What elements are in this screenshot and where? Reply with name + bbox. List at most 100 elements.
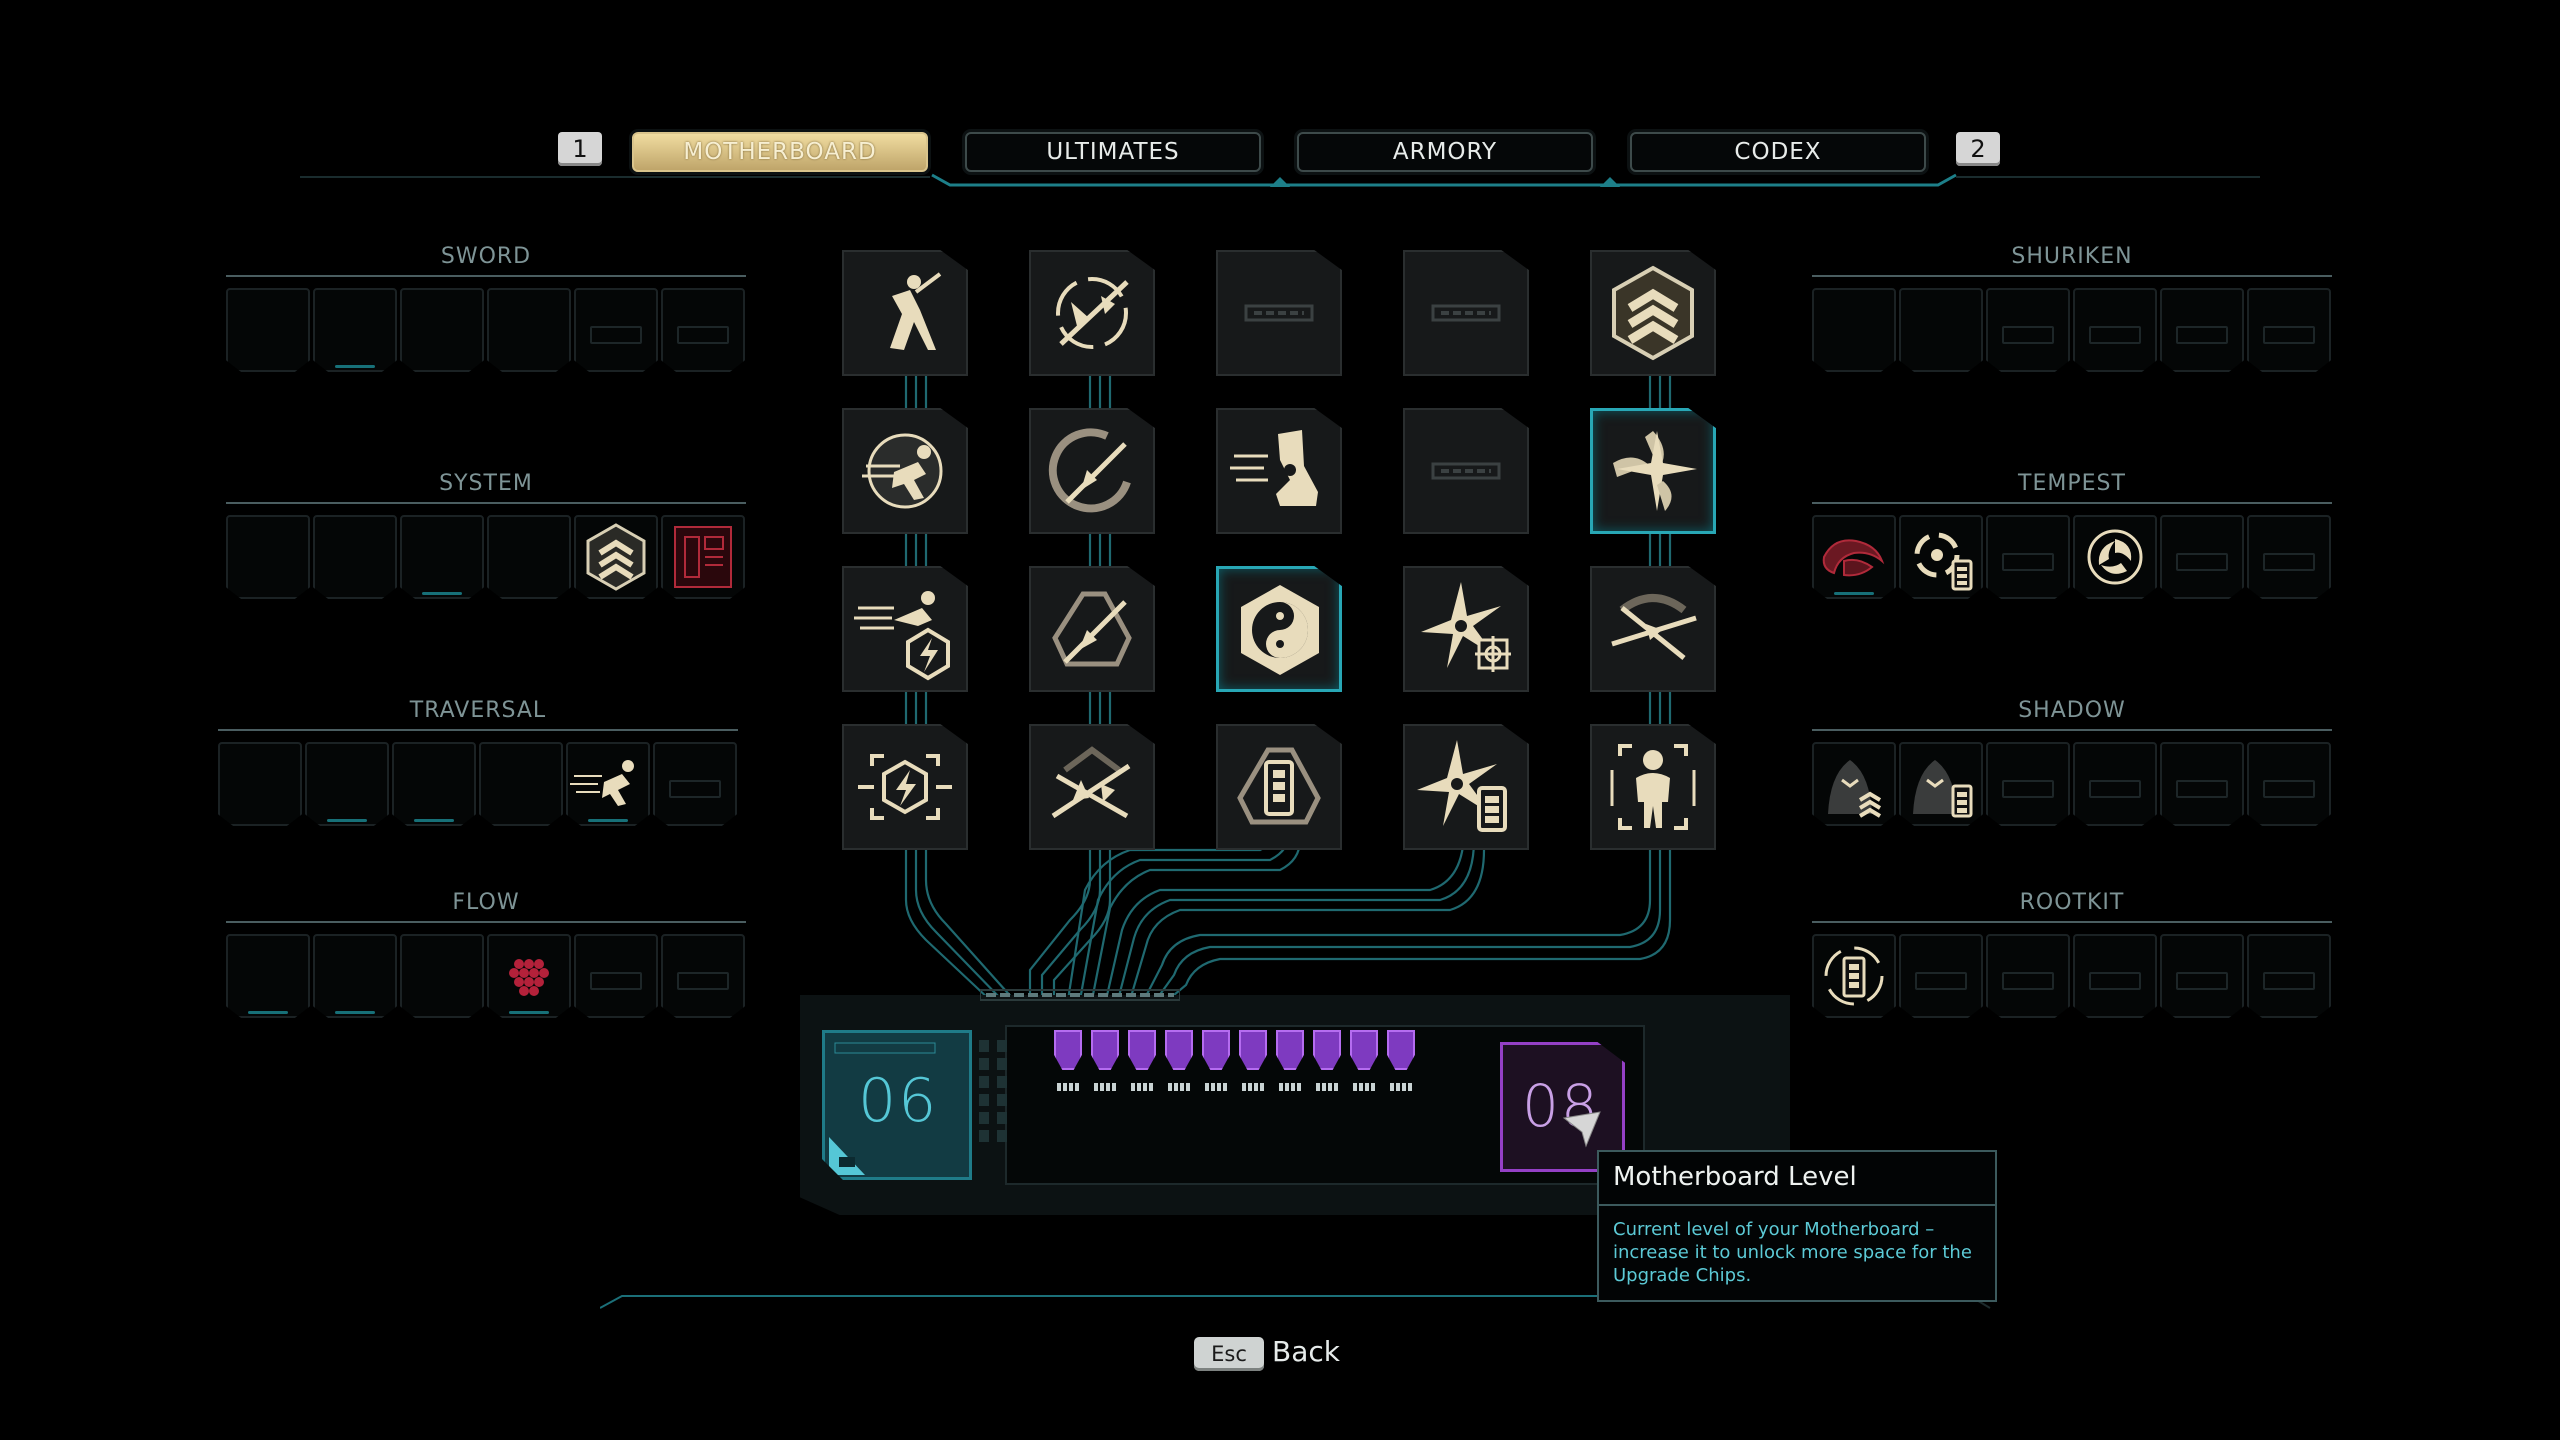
chip-shuriken-battery[interactable] (1403, 724, 1529, 850)
sword-slot-2[interactable] (313, 288, 397, 372)
empty-chip-icon (1431, 462, 1501, 480)
category-label-rootkit: ROOTKIT (2019, 890, 2125, 915)
dash-orb-icon (862, 433, 943, 509)
flow-slot-3[interactable] (400, 934, 484, 1018)
system-slot-1[interactable] (226, 515, 310, 599)
slot-highlight (335, 1011, 375, 1014)
category-label-shuriken: SHURIKEN (2011, 244, 2133, 269)
sword-slot-4[interactable] (487, 288, 571, 372)
capacity-pin (1279, 1083, 1301, 1091)
rootkit-slot-locked (2160, 934, 2244, 1018)
system-slot-5[interactable] (574, 515, 658, 599)
chip-battery-recycle[interactable] (1216, 724, 1342, 850)
shadow-figure-icon (1610, 744, 1696, 830)
capacity-pin (1168, 1083, 1190, 1091)
crossed-blades-icon (1611, 594, 1697, 660)
tempest-slot-4[interactable] (2073, 515, 2157, 599)
shuriken-slot-1[interactable] (1812, 288, 1896, 372)
slot-highlight (335, 365, 375, 368)
shuriken-slot-locked (1986, 288, 2070, 372)
tempest-slot-locked (1986, 515, 2070, 599)
shuriken-slot-locked (2247, 288, 2331, 372)
tempest-slot-1[interactable] (1812, 515, 1896, 599)
chip-empty[interactable] (1216, 250, 1342, 376)
chip-empty[interactable] (1403, 408, 1529, 534)
tempest-battery-icon (1914, 532, 1973, 591)
chip-shuriken-target[interactable] (1403, 566, 1529, 692)
cursor-icon (1562, 1111, 1601, 1148)
capacity-pin (1390, 1083, 1412, 1091)
shadow-slot-2[interactable] (1899, 742, 1983, 826)
motherboard-connectors (979, 1040, 1007, 1142)
chip-empty[interactable] (1403, 250, 1529, 376)
esc-key[interactable]: Esc (1194, 1337, 1264, 1371)
capacity-pin (1057, 1083, 1079, 1091)
traversal-slot-4[interactable] (479, 742, 563, 826)
back-button[interactable]: Back (1272, 1335, 1340, 1368)
slot-highlight (327, 819, 367, 822)
sword-slash-circle-icon (1056, 277, 1129, 349)
category-label-shadow: SHADOW (2018, 698, 2126, 723)
capacity-pin (1094, 1083, 1116, 1091)
system-slot-2[interactable] (313, 515, 397, 599)
shadow-battery-icon (1913, 760, 1973, 818)
traversal-slot-3[interactable] (392, 742, 476, 826)
shuriken-slot-2[interactable] (1899, 288, 1983, 372)
category-label-sword: SWORD (440, 244, 532, 269)
flow-slot-2[interactable] (313, 934, 397, 1018)
chip-crossed-blades[interactable] (1590, 566, 1716, 692)
tempest-slot-2[interactable] (1899, 515, 1983, 599)
sword-slot-3[interactable] (400, 288, 484, 372)
sword-slot-locked (661, 288, 745, 372)
chip-speed-boot[interactable] (1216, 408, 1342, 534)
chip-recycle-blade[interactable] (1029, 566, 1155, 692)
chip-dash-lightning[interactable] (842, 566, 968, 692)
next-tab-key[interactable]: 2 (1956, 132, 2000, 166)
category-rule (226, 502, 746, 504)
shadow-slot-locked (1986, 742, 2070, 826)
flow-slot-locked (661, 934, 745, 1018)
rootkit-battery-icon (1824, 946, 1884, 1006)
category-rule (226, 921, 746, 923)
tempest-slot-locked (2160, 515, 2244, 599)
system-slot-4[interactable] (487, 515, 571, 599)
empty-chip-icon (1244, 304, 1314, 322)
category-rule (1812, 502, 2332, 504)
slot-highlight (588, 819, 628, 822)
flow-slot-1[interactable] (226, 934, 310, 1018)
lightning-target-icon (858, 754, 952, 820)
capacity-pin (1205, 1083, 1227, 1091)
traversal-slot-1[interactable] (218, 742, 302, 826)
chip-dash-orb[interactable] (842, 408, 968, 534)
current-level-value: 06 (858, 1066, 939, 1136)
system-slot-3[interactable] (400, 515, 484, 599)
chip-yin-yang-hex[interactable] (1216, 566, 1342, 692)
speed-boot-icon (1230, 430, 1318, 506)
chip-ninja-leap[interactable] (842, 250, 968, 376)
traversal-slot-2[interactable] (305, 742, 389, 826)
slot-highlight (248, 1011, 288, 1014)
capacity-pin (1353, 1083, 1375, 1091)
rootkit-slot-1[interactable] (1812, 934, 1896, 1018)
red-swirl-icon (1822, 539, 1885, 577)
chip-triple-chevron[interactable] (1590, 250, 1716, 376)
shadow-slot-1[interactable] (1812, 742, 1896, 826)
flow-slot-locked (574, 934, 658, 1018)
chip-shattered-blades[interactable] (1029, 724, 1155, 850)
slot-highlight (1834, 592, 1874, 595)
traversal-slot-5[interactable] (566, 742, 650, 826)
chip-shadow-figure[interactable] (1590, 724, 1716, 850)
locked-red-chip-icon (674, 526, 732, 588)
prev-tab-key[interactable]: 1 (558, 132, 602, 166)
chip-lightning-target[interactable] (842, 724, 968, 850)
flow-slot-4[interactable] (487, 934, 571, 1018)
category-label-tempest: TEMPEST (2018, 471, 2126, 496)
category-label-flow: FLOW (452, 890, 520, 915)
chip-sword-slash-circle[interactable] (1029, 250, 1155, 376)
capacity-pin (1316, 1083, 1338, 1091)
shattered-blades-icon (1051, 746, 1131, 819)
system-slot-6[interactable] (661, 515, 745, 599)
sword-slot-1[interactable] (226, 288, 310, 372)
chip-crescent-blade[interactable] (1029, 408, 1155, 534)
chip-shuriken-wings[interactable] (1590, 408, 1716, 534)
